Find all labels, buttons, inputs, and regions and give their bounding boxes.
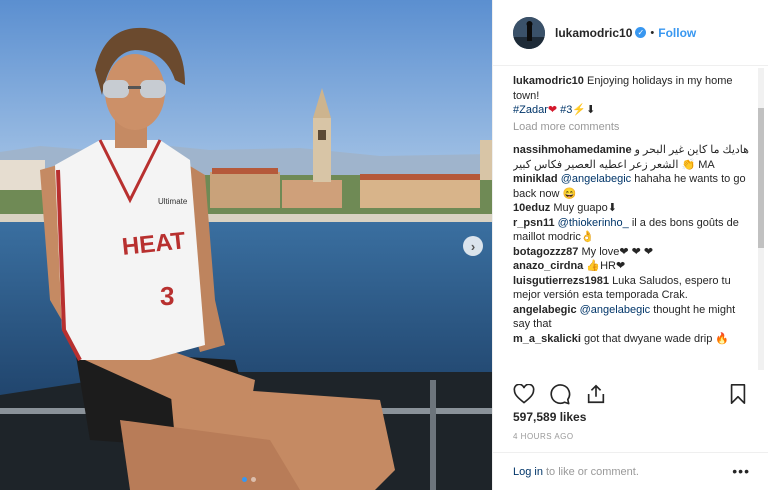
comment-username[interactable]: angelabegic (513, 304, 577, 316)
down-arrow-emoji: ⬇ (586, 104, 596, 116)
share-button[interactable] (585, 383, 607, 405)
login-link[interactable]: Log in (513, 466, 543, 478)
comment-username[interactable]: botagozzz87 (513, 246, 578, 258)
comment-item: m_a_skalicki got that dwyane wade drip 🔥 (513, 332, 753, 347)
login-prompt: Log in to like or comment. (493, 452, 768, 490)
comment-username[interactable]: 10eduz (513, 202, 550, 214)
heart-emoji: ❤ (547, 104, 558, 116)
building (282, 180, 342, 208)
header-separator: • (650, 26, 655, 39)
caption: lukamodric10 Enjoying holidays in my hom… (513, 74, 753, 118)
photo-scene: HEAT 3 Ultimate (0, 0, 492, 490)
chevron-right-icon: › (470, 238, 476, 254)
save-button[interactable] (727, 383, 749, 405)
action-bar (513, 382, 749, 406)
post-sidebar: lukamodric10 ✓ • Follow lukamodric10 Enj… (492, 0, 768, 490)
avatar-image (513, 16, 545, 49)
sunglasses-left (103, 80, 129, 98)
comment-mention[interactable]: @angelabegic (580, 304, 651, 316)
comment-text: got that dwyane wade drip 🔥 (583, 332, 730, 345)
more-options-icon[interactable]: ••• (732, 463, 750, 479)
like-button[interactable] (513, 383, 535, 405)
building (210, 172, 280, 208)
comment-username[interactable]: nassihmohamedamine (513, 144, 632, 156)
comment-button[interactable] (549, 383, 571, 405)
share-icon (587, 384, 605, 404)
login-prompt-text: to like or comment. (545, 465, 639, 478)
comment-item: luisgutierrezs1981 Luka Saludos, espero … (513, 274, 753, 303)
comment-username[interactable]: miniklad (513, 173, 558, 185)
follow-button[interactable]: Follow (658, 26, 696, 40)
hashtag-zadar[interactable]: #Zadar (513, 104, 548, 116)
bookmark-icon (730, 384, 746, 404)
jersey-number: 3 (160, 281, 174, 311)
tower-window (318, 130, 326, 140)
comment-item: nassihmohamedamine هاديك ما كاين غير الب… (513, 143, 753, 172)
header-username[interactable]: lukamodric10 (555, 26, 632, 40)
post-photo[interactable]: HEAT 3 Ultimate › (0, 0, 492, 490)
hashtag-three[interactable]: #3 (560, 104, 572, 116)
verified-badge-icon: ✓ (635, 27, 647, 38)
comment-item: botagozzz87 My love❤ ❤ ❤ (513, 245, 753, 260)
comment-mention[interactable]: @thiokerinho_ (558, 217, 629, 229)
carousel-next-button[interactable]: › (463, 236, 483, 256)
building (0, 160, 45, 190)
comment-icon (550, 384, 571, 405)
scrollbar-thumb[interactable] (758, 108, 764, 248)
carousel-indicator (242, 477, 256, 482)
post-timestamp: 4 HOURS AGO (513, 432, 574, 441)
comment-username[interactable]: r_psn11 (513, 217, 555, 229)
comment-text: My love❤ ❤ ❤ (581, 245, 654, 258)
comment-item: r_psn11 @thiokerinho_ il a des bons goût… (513, 216, 753, 245)
comment-username[interactable]: luisgutierrezs1981 (513, 275, 609, 287)
heart-icon (513, 384, 535, 404)
carousel-dot (251, 477, 256, 482)
roof (360, 174, 480, 180)
caption-username[interactable]: lukamodric10 (513, 75, 584, 87)
comment-item: 10eduz Muy guapo⬇ (513, 201, 753, 216)
load-more-comments-button[interactable]: Load more comments (513, 120, 753, 135)
roof (212, 168, 278, 174)
building (360, 178, 480, 208)
tower (480, 140, 492, 180)
comment-username[interactable]: m_a_skalicki (513, 333, 581, 345)
comment-username[interactable]: anazo_cirdna (513, 260, 583, 272)
carousel-dot-active (242, 477, 247, 482)
likes-count[interactable]: 597,589 likes (513, 410, 586, 424)
post-header: lukamodric10 ✓ • Follow (493, 0, 768, 66)
jersey-sponsor: Ultimate (158, 197, 188, 206)
boat-rail-post (430, 380, 436, 490)
avatar[interactable] (513, 16, 545, 49)
lightning-emoji: ⚡ (572, 104, 587, 116)
sunglasses-right (140, 80, 166, 98)
comment-item: miniklad @angelabegic hahaha he wants to… (513, 172, 753, 201)
comments-list: lukamodric10 Enjoying holidays in my hom… (513, 74, 753, 374)
sunglasses-bridge (128, 86, 141, 89)
comment-text: 👍HR❤ (586, 260, 626, 272)
instagram-post: HEAT 3 Ultimate › lukamodric10 ✓ • Follo… (0, 0, 768, 490)
comments-scrollbar[interactable] (758, 68, 764, 370)
comment-item: angelabegic @angelabegic thought he migh… (513, 303, 753, 332)
comment-mention[interactable]: @angelabegic (561, 173, 632, 185)
comment-item: anazo_cirdna 👍HR❤ (513, 259, 753, 274)
bell-tower (313, 118, 331, 182)
comment-text: Muy guapo⬇ (553, 202, 618, 214)
